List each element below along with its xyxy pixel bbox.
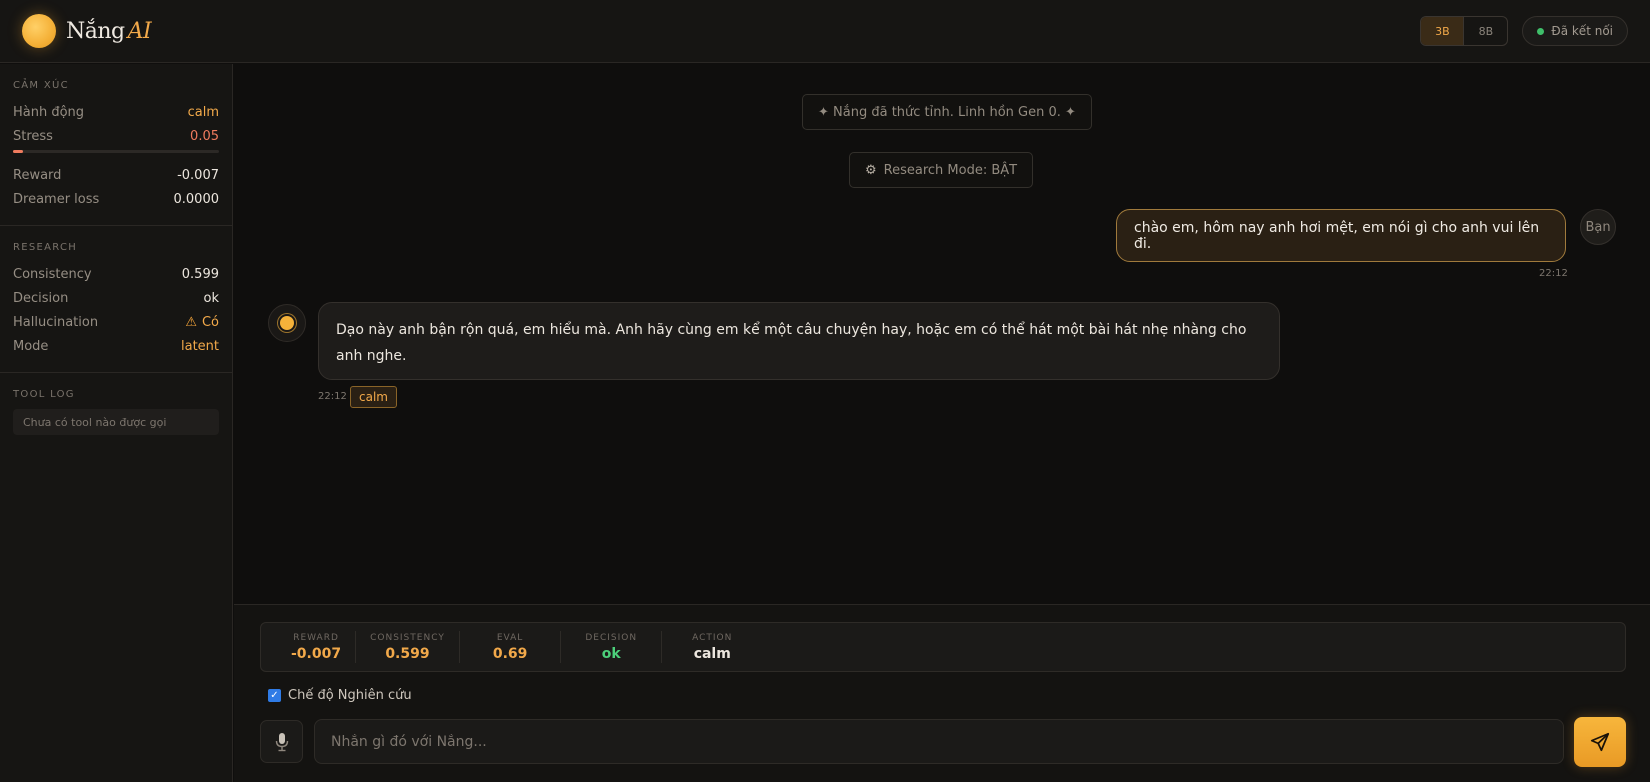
message-input[interactable]: [314, 719, 1564, 764]
metric-eval: EVAL 0.69: [460, 631, 562, 663]
consistency-value: 0.599: [181, 266, 219, 282]
reward-label: Reward: [13, 167, 62, 183]
metric-reward-label: REWARD: [293, 632, 339, 643]
metric-consistency-value: 0.599: [385, 645, 430, 662]
sun-avatar-icon: [280, 316, 294, 330]
mode-label: Mode: [13, 338, 49, 354]
metric-eval-value: 0.69: [492, 645, 528, 662]
user-message-time: 22:12: [1539, 268, 1568, 279]
tool-log-empty: Chưa có tool nào được gọi: [13, 409, 219, 435]
dreamer-loss-value: 0.0000: [173, 191, 220, 207]
hallucination-value: Có: [201, 314, 219, 330]
metric-reward: REWARD -0.007: [277, 631, 357, 663]
dreamer-loss-label: Dreamer loss: [13, 191, 100, 207]
sidebar: CẢM XÚC Hành động calm Stress 0.05 Rewar…: [0, 64, 233, 782]
stress-value: 0.05: [190, 128, 219, 144]
hallucination-row: Hallucination ⚠ Có: [13, 310, 219, 334]
consistency-row: Consistency 0.599: [13, 262, 219, 286]
stress-label: Stress: [13, 128, 53, 144]
tool-log-title: TOOL LOG: [13, 389, 75, 400]
action-label: Hành động: [13, 104, 85, 120]
reward-value: -0.007: [177, 167, 219, 183]
microphone-button[interactable]: [260, 720, 303, 763]
research-mode-notice: ⚙ Research Mode: BẬT: [849, 152, 1034, 188]
metric-consistency-label: CONSISTENCY: [370, 632, 445, 643]
model-8b-button[interactable]: 8B: [1464, 17, 1507, 45]
user-avatar: Bạn: [1580, 209, 1616, 245]
status-dot-icon: [1537, 27, 1545, 35]
bot-emotion-tag: calm: [350, 386, 397, 408]
emotion-section: CẢM XÚC Hành động calm Stress 0.05 Rewar…: [0, 64, 232, 226]
research-mode-text: Research Mode: BẬT: [883, 162, 1018, 178]
user-message-bubble: chào em, hôm nay anh hơi mệt, em nói gì …: [1116, 209, 1566, 262]
metric-action-label: ACTION: [692, 632, 733, 643]
metric-decision-value: ok: [601, 645, 621, 662]
decision-row: Decision ok: [13, 286, 219, 310]
metrics-bar: REWARD -0.007 CONSISTENCY 0.599 EVAL 0.6…: [260, 622, 1626, 672]
action-row: Hành động calm: [13, 100, 219, 124]
reward-row: Reward -0.007: [13, 163, 219, 187]
gear-icon: ⚙: [865, 162, 877, 178]
checkbox-icon[interactable]: ✓: [268, 689, 281, 702]
research-section-title: RESEARCH: [13, 242, 78, 253]
composer-area: REWARD -0.007 CONSISTENCY 0.599 EVAL 0.6…: [234, 604, 1650, 782]
brand-name: Nắng: [66, 18, 125, 44]
system-awake-message: ✦ Nắng đã thức tỉnh. Linh hồn Gen 0. ✦: [802, 94, 1092, 130]
mode-row: Mode latent: [13, 334, 219, 358]
metric-eval-label: EVAL: [496, 632, 524, 643]
stress-bar: [13, 150, 219, 153]
emotion-section-title: CẢM XÚC: [13, 80, 69, 91]
model-3b-button[interactable]: 3B: [1421, 17, 1465, 45]
model-switcher: 3B 8B: [1420, 16, 1509, 46]
stress-row: Stress 0.05: [13, 124, 219, 148]
sun-logo-icon: [22, 14, 56, 48]
dreamer-loss-row: Dreamer loss 0.0000: [13, 187, 219, 211]
connection-label: Đã kết nối: [1551, 24, 1613, 38]
metric-consistency: CONSISTENCY 0.599: [356, 631, 460, 663]
hallucination-label: Hallucination: [13, 314, 99, 330]
bot-avatar: [268, 304, 306, 342]
warning-icon: ⚠: [185, 314, 197, 330]
research-mode-toggle-label: Chế độ Nghiên cứu: [288, 688, 412, 703]
send-icon: [1590, 732, 1610, 752]
tool-log-section: TOOL LOG Chưa có tool nào được gọi: [0, 373, 232, 449]
metric-reward-value: -0.007: [291, 645, 342, 662]
hallucination-value-wrap: ⚠ Có: [185, 315, 219, 330]
metric-action: ACTION calm: [662, 631, 762, 663]
consistency-label: Consistency: [13, 266, 92, 282]
stress-bar-fill: [13, 150, 24, 153]
decision-value: ok: [203, 290, 219, 306]
microphone-icon: [275, 732, 288, 751]
brand-logo: Nắng AI: [66, 18, 152, 44]
action-value: calm: [187, 104, 219, 120]
research-mode-toggle[interactable]: ✓ Chế độ Nghiên cứu: [268, 688, 412, 703]
metric-action-value: calm: [693, 645, 731, 662]
send-button[interactable]: [1574, 717, 1626, 767]
top-header: Nắng AI 3B 8B Đã kết nối: [0, 0, 1650, 63]
research-section: RESEARCH Consistency 0.599 Decision ok H…: [0, 226, 232, 373]
decision-label: Decision: [13, 290, 69, 306]
bot-message-time: 22:12: [318, 391, 347, 402]
mode-value: latent: [180, 338, 219, 354]
brand-suffix: AI: [127, 18, 152, 44]
metric-decision-label: DECISION: [585, 632, 638, 643]
metric-decision: DECISION ok: [561, 631, 663, 663]
bot-message-bubble: Dạo này anh bận rộn quá, em hiểu mà. Anh…: [318, 302, 1280, 380]
connection-status: Đã kết nối: [1522, 16, 1628, 46]
chat-area[interactable]: ✦ Nắng đã thức tỉnh. Linh hồn Gen 0. ✦ ⚙…: [234, 64, 1650, 604]
